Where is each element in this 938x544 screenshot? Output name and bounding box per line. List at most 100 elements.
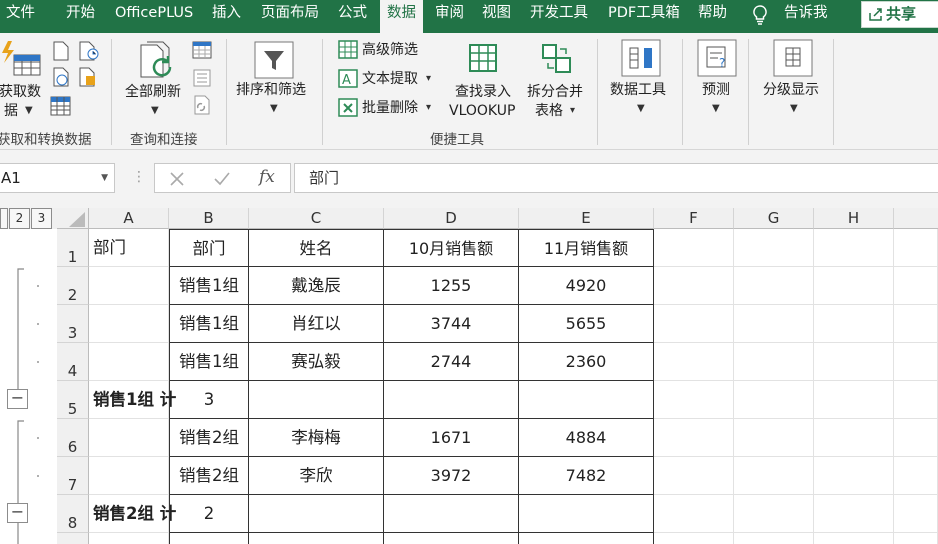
share-button[interactable]: 共享 <box>861 1 938 28</box>
cell-a5[interactable]: 销售1组 计 <box>89 381 176 419</box>
outline-level-button[interactable] <box>0 208 8 229</box>
cell-i8[interactable] <box>894 495 938 533</box>
cell-e9[interactable] <box>519 533 654 544</box>
cell-b3[interactable]: 销售1组 <box>169 305 249 343</box>
menu-home[interactable]: 开始 <box>66 0 95 33</box>
menu-help[interactable]: 帮助 <box>698 0 727 33</box>
cell-g9[interactable] <box>734 533 814 544</box>
cell-a9[interactable] <box>89 533 169 544</box>
menu-officeplus[interactable]: OfficePLUS <box>115 0 193 33</box>
cell-g4[interactable] <box>734 343 814 381</box>
menu-file[interactable]: 文件 <box>6 0 35 33</box>
cell-g2[interactable] <box>734 267 814 305</box>
formula-input[interactable]: 部门 <box>294 163 938 193</box>
cell-b7[interactable]: 销售2组 <box>169 457 249 495</box>
cell-f2[interactable] <box>654 267 734 305</box>
collapse-group-2-button[interactable]: − <box>7 503 28 523</box>
insert-function-icon[interactable]: fx <box>259 167 275 187</box>
cell-f1[interactable] <box>654 229 734 267</box>
cell-a3[interactable] <box>89 305 169 343</box>
collapse-group-1-button[interactable]: − <box>7 389 28 409</box>
cell-d4[interactable]: 2744 <box>384 343 519 381</box>
cell-d2[interactable]: 1255 <box>384 267 519 305</box>
column-header-g[interactable]: G <box>734 208 814 229</box>
cell-a8[interactable]: 销售2组 计 <box>89 495 176 533</box>
cell-i3[interactable] <box>894 305 938 343</box>
cell-d8[interactable] <box>384 495 519 533</box>
cell-c3[interactable]: 肖红以 <box>249 305 384 343</box>
row-header[interactable]: 2 <box>57 267 89 305</box>
cell-c6[interactable]: 李梅梅 <box>249 419 384 457</box>
menu-insert[interactable]: 插入 <box>212 0 241 33</box>
cell-e4[interactable]: 2360 <box>519 343 654 381</box>
cell-h8[interactable] <box>814 495 894 533</box>
cell-d1[interactable]: 10月销售额 <box>384 229 519 267</box>
row-header[interactable]: 8 <box>57 495 89 533</box>
cell-h5[interactable] <box>814 381 894 419</box>
edit-links-icon[interactable] <box>192 95 212 115</box>
from-table-icon[interactable] <box>50 95 72 117</box>
cell-h7[interactable] <box>814 457 894 495</box>
cell-e1[interactable]: 11月销售额 <box>519 229 654 267</box>
row-header[interactable]: 1 <box>57 229 89 267</box>
cell-b4[interactable]: 销售1组 <box>169 343 249 381</box>
from-text-icon[interactable] <box>52 41 70 61</box>
cell-f5[interactable] <box>654 381 734 419</box>
cell-e2[interactable]: 4920 <box>519 267 654 305</box>
cell-b2[interactable]: 销售1组 <box>169 267 249 305</box>
cell-f3[interactable] <box>654 305 734 343</box>
outline-level-2-button[interactable]: 2 <box>9 208 30 229</box>
cell-c8[interactable] <box>249 495 384 533</box>
chevron-down-icon[interactable]: ▼ <box>101 164 108 192</box>
column-header-i[interactable] <box>894 208 938 229</box>
column-header-f[interactable]: F <box>654 208 734 229</box>
cell-a6[interactable] <box>89 419 169 457</box>
cell-f4[interactable] <box>654 343 734 381</box>
name-box[interactable]: A1 ▼ <box>0 163 115 193</box>
cell-e5[interactable] <box>519 381 654 419</box>
cell-i9[interactable] <box>894 533 938 544</box>
menu-view[interactable]: 视图 <box>482 0 511 33</box>
cell-f9[interactable] <box>654 533 734 544</box>
cell-f7[interactable] <box>654 457 734 495</box>
menu-page-layout[interactable]: 页面布局 <box>261 0 319 33</box>
cancel-icon[interactable] <box>169 171 185 187</box>
cell-g6[interactable] <box>734 419 814 457</box>
cell-i7[interactable] <box>894 457 938 495</box>
menu-data[interactable]: 数据 <box>380 0 423 33</box>
row-header[interactable] <box>57 533 89 544</box>
row-header[interactable]: 4 <box>57 343 89 381</box>
cell-f6[interactable] <box>654 419 734 457</box>
formula-bar-grip-icon[interactable]: ⋮ <box>132 168 146 186</box>
cell-c1[interactable]: 姓名 <box>249 229 384 267</box>
cell-h2[interactable] <box>814 267 894 305</box>
cell-d7[interactable]: 3972 <box>384 457 519 495</box>
row-header[interactable]: 7 <box>57 457 89 495</box>
cell-c7[interactable]: 李欣 <box>249 457 384 495</box>
enter-icon[interactable] <box>213 171 231 187</box>
menu-developer[interactable]: 开发工具 <box>530 0 588 33</box>
cell-i1[interactable] <box>894 229 938 267</box>
cell-d6[interactable]: 1671 <box>384 419 519 457</box>
cell-h9[interactable] <box>814 533 894 544</box>
cell-b1[interactable]: 部门 <box>169 229 249 267</box>
cell-d9[interactable] <box>384 533 519 544</box>
select-all-button[interactable] <box>57 208 89 229</box>
cell-g7[interactable] <box>734 457 814 495</box>
cell-h3[interactable] <box>814 305 894 343</box>
cell-g3[interactable] <box>734 305 814 343</box>
cell-e8[interactable] <box>519 495 654 533</box>
cell-f8[interactable] <box>654 495 734 533</box>
cell-h6[interactable] <box>814 419 894 457</box>
cell-e6[interactable]: 4884 <box>519 419 654 457</box>
cell-e7[interactable]: 7482 <box>519 457 654 495</box>
menu-formulas[interactable]: 公式 <box>338 0 367 33</box>
properties-icon[interactable] <box>192 69 212 87</box>
menu-review[interactable]: 审阅 <box>435 0 464 33</box>
column-header-a[interactable]: A <box>89 208 169 229</box>
cell-g1[interactable] <box>734 229 814 267</box>
cell-c9[interactable] <box>249 533 384 544</box>
cell-c5[interactable] <box>249 381 384 419</box>
cell-i5[interactable] <box>894 381 938 419</box>
cell-h1[interactable] <box>814 229 894 267</box>
